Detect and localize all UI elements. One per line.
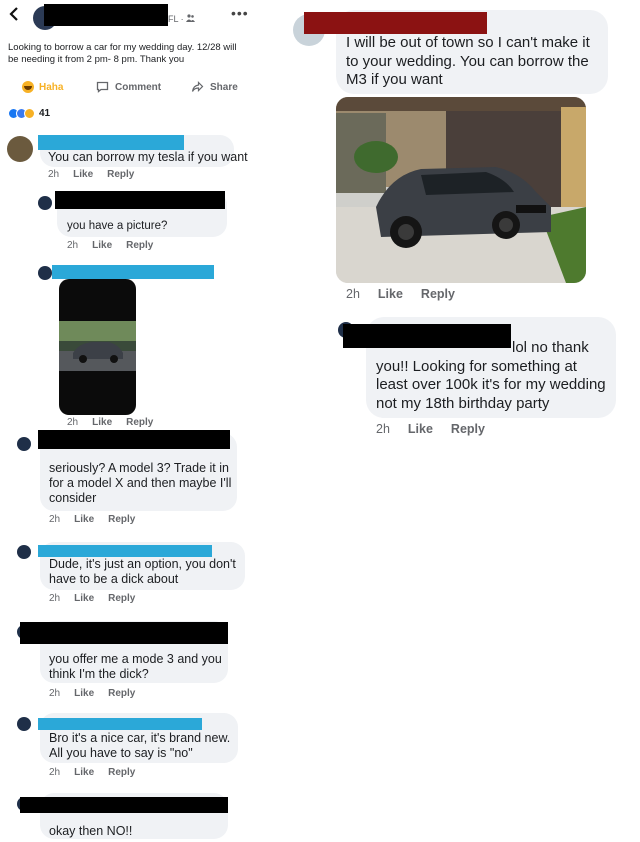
comment-meta: 2h Like Reply — [67, 240, 167, 251]
comment-time: 2h — [49, 767, 61, 778]
post-location: FL · — [168, 14, 196, 24]
comment-meta: 2h Like Reply — [48, 169, 148, 180]
reply-link[interactable]: Reply — [108, 514, 135, 525]
haha-reaction-icon — [24, 108, 35, 119]
friends-icon — [186, 14, 196, 22]
like-link[interactable]: Like — [92, 417, 112, 428]
commenter-avatar[interactable] — [17, 717, 31, 731]
reply-link[interactable]: Reply — [108, 593, 135, 604]
comment-time: 2h — [67, 240, 79, 251]
commenter-name-redaction — [38, 545, 212, 557]
comment-text: Bro it's a nice car, it's brand new. All… — [49, 731, 231, 760]
like-link[interactable]: Like — [73, 169, 93, 180]
commenter-name-redaction — [52, 265, 214, 279]
comment-text: You can borrow my tesla if you want — [48, 150, 248, 164]
commenter-name-redaction — [38, 135, 184, 150]
like-link[interactable]: Like — [408, 422, 433, 436]
comment-text: you have a picture? — [67, 220, 168, 232]
haha-label: Haha — [39, 81, 64, 93]
commenter-avatar[interactable] — [17, 545, 31, 559]
comment-time: 2h — [49, 514, 61, 525]
commenter-avatar[interactable] — [38, 196, 52, 210]
poster-name-redaction — [44, 4, 168, 26]
comment-meta: 2h Like Reply — [49, 767, 149, 778]
comment-time: 2h — [48, 169, 60, 180]
like-link[interactable]: Like — [92, 240, 112, 251]
more-dots-icon: ••• — [231, 5, 249, 21]
commenter-name-redaction — [20, 797, 228, 813]
post-text: Looking to borrow a car for my wedding d… — [8, 42, 237, 65]
comment-meta: 2h Like Reply — [376, 422, 503, 436]
bmw-car-image — [336, 97, 586, 283]
commenter-name-partial — [67, 209, 217, 215]
comment-meta: 2h Like Reply — [49, 593, 149, 604]
comment-time: 2h — [67, 417, 79, 428]
like-link[interactable]: Like — [378, 287, 403, 301]
commenter-avatar[interactable] — [38, 266, 52, 280]
comment-meta: 2h Like Reply — [49, 688, 149, 699]
like-link[interactable]: Like — [74, 688, 94, 699]
commenter-name-redaction — [20, 622, 228, 644]
haha-button[interactable]: Haha — [22, 81, 63, 93]
reply-link[interactable]: Reply — [126, 240, 153, 251]
bmw-m3-photo[interactable] — [336, 97, 586, 283]
commenter-name-partial — [49, 813, 224, 819]
comment-text-first-line: lol no thank you!! Looking for something… — [376, 339, 606, 412]
reply-link[interactable]: Reply — [108, 767, 135, 778]
reply-link[interactable]: Reply — [421, 287, 455, 301]
reaction-count: 41 — [39, 108, 51, 119]
comment-time: 2h — [49, 593, 61, 604]
comment-icon — [96, 81, 109, 93]
tesla-photo[interactable] — [59, 279, 136, 415]
reply-link[interactable]: Reply — [126, 417, 153, 428]
comment-time: 2h — [376, 422, 390, 436]
reply-link[interactable]: Reply — [108, 688, 135, 699]
reply-link[interactable]: Reply — [451, 422, 485, 436]
commenter-name-redaction — [55, 191, 225, 209]
like-link[interactable]: Like — [74, 514, 94, 525]
share-label: Share — [210, 81, 238, 93]
share-button[interactable]: Share — [191, 81, 238, 93]
reply-link[interactable]: Reply — [107, 169, 134, 180]
chevron-left-icon — [9, 7, 18, 21]
commenter-name-partial — [49, 644, 224, 650]
reaction-summary[interactable]: 41 — [8, 108, 50, 119]
comment-text: Dude, it's just an option, you don't hav… — [49, 557, 236, 586]
haha-icon — [22, 81, 34, 93]
share-icon — [191, 81, 204, 92]
like-link[interactable]: Like — [74, 767, 94, 778]
commenter-name-redaction — [38, 718, 202, 730]
commenter-name-redaction — [38, 430, 230, 449]
commenter-avatar[interactable] — [17, 437, 31, 451]
commenter-name-redaction — [304, 12, 487, 34]
comment-time: 2h — [346, 287, 360, 301]
like-link[interactable]: Like — [74, 593, 94, 604]
comment-button[interactable]: Comment — [96, 81, 161, 93]
comment-text: okay then NO!! — [49, 824, 133, 838]
comment-text: seriously? A model 3? Trade it in for a … — [49, 461, 232, 505]
comment-text: you offer me a mode 3 and you think I'm … — [49, 652, 222, 681]
more-options-button[interactable]: ••• — [231, 5, 249, 21]
comment-text: I will be out of town so I can't make it… — [346, 34, 590, 88]
comment-meta: 2h Like Reply — [49, 514, 149, 525]
comment-time: 2h — [49, 688, 61, 699]
comment-meta: 2h Like Reply — [346, 287, 473, 301]
comment-label: Comment — [115, 81, 162, 93]
back-button[interactable] — [8, 6, 24, 24]
tesla-car-image — [59, 321, 136, 371]
comment-meta: 2h Like Reply — [67, 417, 167, 428]
commenter-name-partial — [49, 449, 229, 455]
commenter-avatar[interactable] — [7, 136, 33, 162]
